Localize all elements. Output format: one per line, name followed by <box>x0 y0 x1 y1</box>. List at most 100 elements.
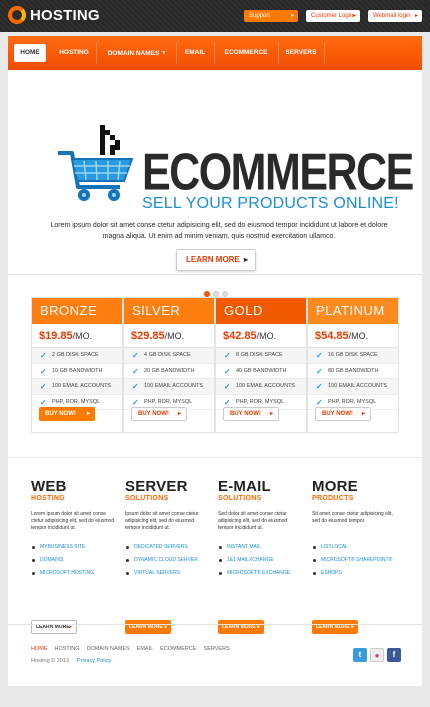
page-container: HOME HOSTING DOMAIN NAMES ▼ EMAIL ECOMMER… <box>8 36 422 686</box>
plan-feature: ✓ 100 EMAIL ACCOUNTS <box>32 379 122 395</box>
top-bar: HOSTING Support ▸ Customer Login ▸ Webmail… <box>0 0 430 32</box>
feature-title: MORE <box>312 478 358 495</box>
plan-price: $19.85/MO. <box>32 324 122 348</box>
nav-servers[interactable]: SERVERS <box>278 44 324 62</box>
footer-link-ecommerce[interactable]: ECOMMERCE <box>160 646 196 652</box>
plan-feature: ✓ 80 GB BANDWIDTH <box>308 364 398 379</box>
bullet-icon <box>126 546 129 549</box>
feature-text: Sit amet conse ctetur adipisicing elit, … <box>312 511 393 524</box>
plan-feature-label: PHP, ROR, MYSQL <box>236 398 285 405</box>
feature-link[interactable]: DOMAINS <box>31 554 117 567</box>
feature-title: E-MAIL <box>218 478 271 495</box>
plan-feature-label: 100 EMAIL ACCOUNTS <box>328 383 388 389</box>
plan-name: PLATINUM <box>308 298 398 324</box>
shopping-cart-icon <box>58 125 134 201</box>
feature-link[interactable]: VIRTUAL SERVERS <box>125 567 211 580</box>
buy-now-button[interactable]: BUY NOW! ▸ <box>223 407 279 421</box>
nav-divider <box>324 42 325 64</box>
customer-login-button[interactable]: Customer Login ▸ <box>306 10 360 22</box>
feature-link[interactable]: DEDICATED SERVERS <box>125 541 211 554</box>
arrow-right-icon: ▸ <box>164 624 167 630</box>
hero-text: Lorem ipsum dolor sit amet conse ctetur … <box>50 222 388 240</box>
feature-link-label: DEDICATED SERVERS <box>134 544 188 550</box>
feature-text: Lorem ipsum dolor sit amet conse ctetur … <box>31 511 115 531</box>
feature-link[interactable]: ESHOPS <box>312 567 398 580</box>
plan-name: GOLD <box>216 298 306 324</box>
arrow-right-icon: ▸ <box>361 411 365 417</box>
copyright: Hosting © 2013 Privacy Policy <box>31 658 111 664</box>
bullet-icon <box>219 546 222 549</box>
plan-price: $29.85/MO. <box>124 324 214 348</box>
twitter-icon[interactable]: t <box>353 648 367 662</box>
learn-more-button[interactable]: LEARN MORE ▸ <box>31 620 77 634</box>
plan-price-period: /MO. <box>348 331 369 341</box>
plan-feature-label: 40 GB BANDWIDTH <box>236 367 287 374</box>
nav-ecommerce[interactable]: ECOMMERCE <box>214 44 278 62</box>
buy-now-button[interactable]: BUY NOW! ▸ <box>315 407 371 421</box>
bullet-icon <box>313 546 316 549</box>
nav-domain-names-label: DOMAIN NAMES <box>107 50 160 57</box>
privacy-policy-link[interactable]: Privacy Policy <box>77 658 111 664</box>
hero-slider: ECOMMERCE SELL YOUR PRODUCTS ONLINE! Lor… <box>8 70 422 308</box>
pricing-plan-silver: SILVER $29.85/MO. ✓ 4 GB DISK SPACE ✓ 20 GB B… <box>123 297 215 433</box>
nav-hosting[interactable]: HOSTING <box>52 44 96 62</box>
flickr-icon[interactable]: ● <box>370 648 384 662</box>
divider <box>8 274 422 275</box>
feature-link-label: VIRTUAL SERVERS <box>134 570 181 576</box>
checkmark-icon: ✓ <box>132 366 139 376</box>
learn-more-button[interactable]: LEARN MORE ▸ <box>125 620 171 634</box>
bullet-icon <box>313 572 316 575</box>
feature-link-label: INSTANT MAIL <box>227 544 261 550</box>
learn-more-button[interactable]: LEARN MORE ▸ <box>176 249 256 271</box>
feature-link-label: DOMAINS <box>40 557 64 563</box>
feature-link[interactable]: MYBUSINESS SITE <box>31 541 117 554</box>
arrow-right-icon: ▸ <box>69 624 72 630</box>
feature-link[interactable]: LISTLOCAL <box>312 541 398 554</box>
footer-link-domain-names[interactable]: DOMAIN NAMES <box>87 646 130 652</box>
learn-more-button[interactable]: LEARN MORE ▸ <box>312 620 358 634</box>
feature-link[interactable]: DYNAMIC CLOUD SERVER <box>125 554 211 567</box>
arrow-right-icon: ▸ <box>257 624 260 630</box>
feature-link[interactable]: 1&1 MAILXCHANGE <box>218 554 304 567</box>
nav-email[interactable]: EMAIL <box>176 44 214 62</box>
facebook-icon[interactable]: f <box>387 648 401 662</box>
buy-now-button[interactable]: BUY NOW! ▸ <box>131 407 187 421</box>
checkmark-icon: ✓ <box>224 366 231 376</box>
learn-more-button[interactable]: LEARN MORE ▸ <box>218 620 264 634</box>
feature-link[interactable]: MICROSOFT® EXCHANGE <box>218 567 304 580</box>
logo[interactable]: HOSTING <box>8 6 100 24</box>
plan-feature-label: 100 EMAIL ACCOUNTS <box>52 383 112 389</box>
plan-feature-label: 80 GB BANDWIDTH <box>328 367 379 374</box>
hero-subtitle: SELL YOUR PRODUCTS ONLINE! <box>142 195 399 212</box>
buy-now-button[interactable]: BUY NOW! ▸ <box>39 407 95 421</box>
arrow-right-icon: ▸ <box>351 624 354 630</box>
feature-link[interactable]: MICROSOFT® SHAREPOINT® <box>312 554 398 567</box>
nav-home[interactable]: HOME <box>14 44 46 62</box>
plan-price-period: /MO. <box>164 331 185 341</box>
footer-link-servers[interactable]: SERVERS <box>204 646 230 652</box>
webmail-login-button[interactable]: Webmail login ▸ <box>368 10 422 22</box>
buy-now-label: BUY NOW! <box>45 411 76 417</box>
feature-link-label: MICROSOFT HOSTING <box>40 570 95 576</box>
plan-feature-label: PHP, ROR, MYSQL <box>52 398 101 405</box>
plan-feature: ✓ 10 GB BANDWIDTH <box>32 364 122 379</box>
plan-feature-label: 100 EMAIL ACCOUNTS <box>236 383 296 389</box>
copyright-text: Hosting © 2013 <box>31 658 69 664</box>
plan-price: $54.85/MO. <box>308 324 398 348</box>
arrow-right-icon: ▸ <box>177 411 181 417</box>
bullet-icon <box>32 546 35 549</box>
feature-link[interactable]: INSTANT MAIL <box>218 541 304 554</box>
feature-link[interactable]: MICROSOFT HOSTING <box>31 567 117 580</box>
feature-title: WEB <box>31 478 67 495</box>
feature-subtitle: SOLUTIONS <box>218 495 262 502</box>
learn-more-label: LEARN MORE <box>186 255 240 264</box>
footer-link-email[interactable]: EMAIL <box>137 646 154 652</box>
support-button[interactable]: Support ▸ <box>244 10 298 22</box>
nav-domain-names[interactable]: DOMAIN NAMES ▼ <box>98 44 176 62</box>
support-label: Support <box>249 13 271 19</box>
plan-price-period: /MO. <box>256 331 277 341</box>
feature-column-server: SERVER SOLUTIONS Ipsum dolor sit amet cons… <box>125 479 211 634</box>
footer-link-hosting[interactable]: HOSTING <box>55 646 80 652</box>
footer-link-home[interactable]: HOME <box>31 646 48 652</box>
footer-nav: HOME HOSTING DOMAIN NAMES EMAIL ECOMMERC… <box>31 646 230 652</box>
